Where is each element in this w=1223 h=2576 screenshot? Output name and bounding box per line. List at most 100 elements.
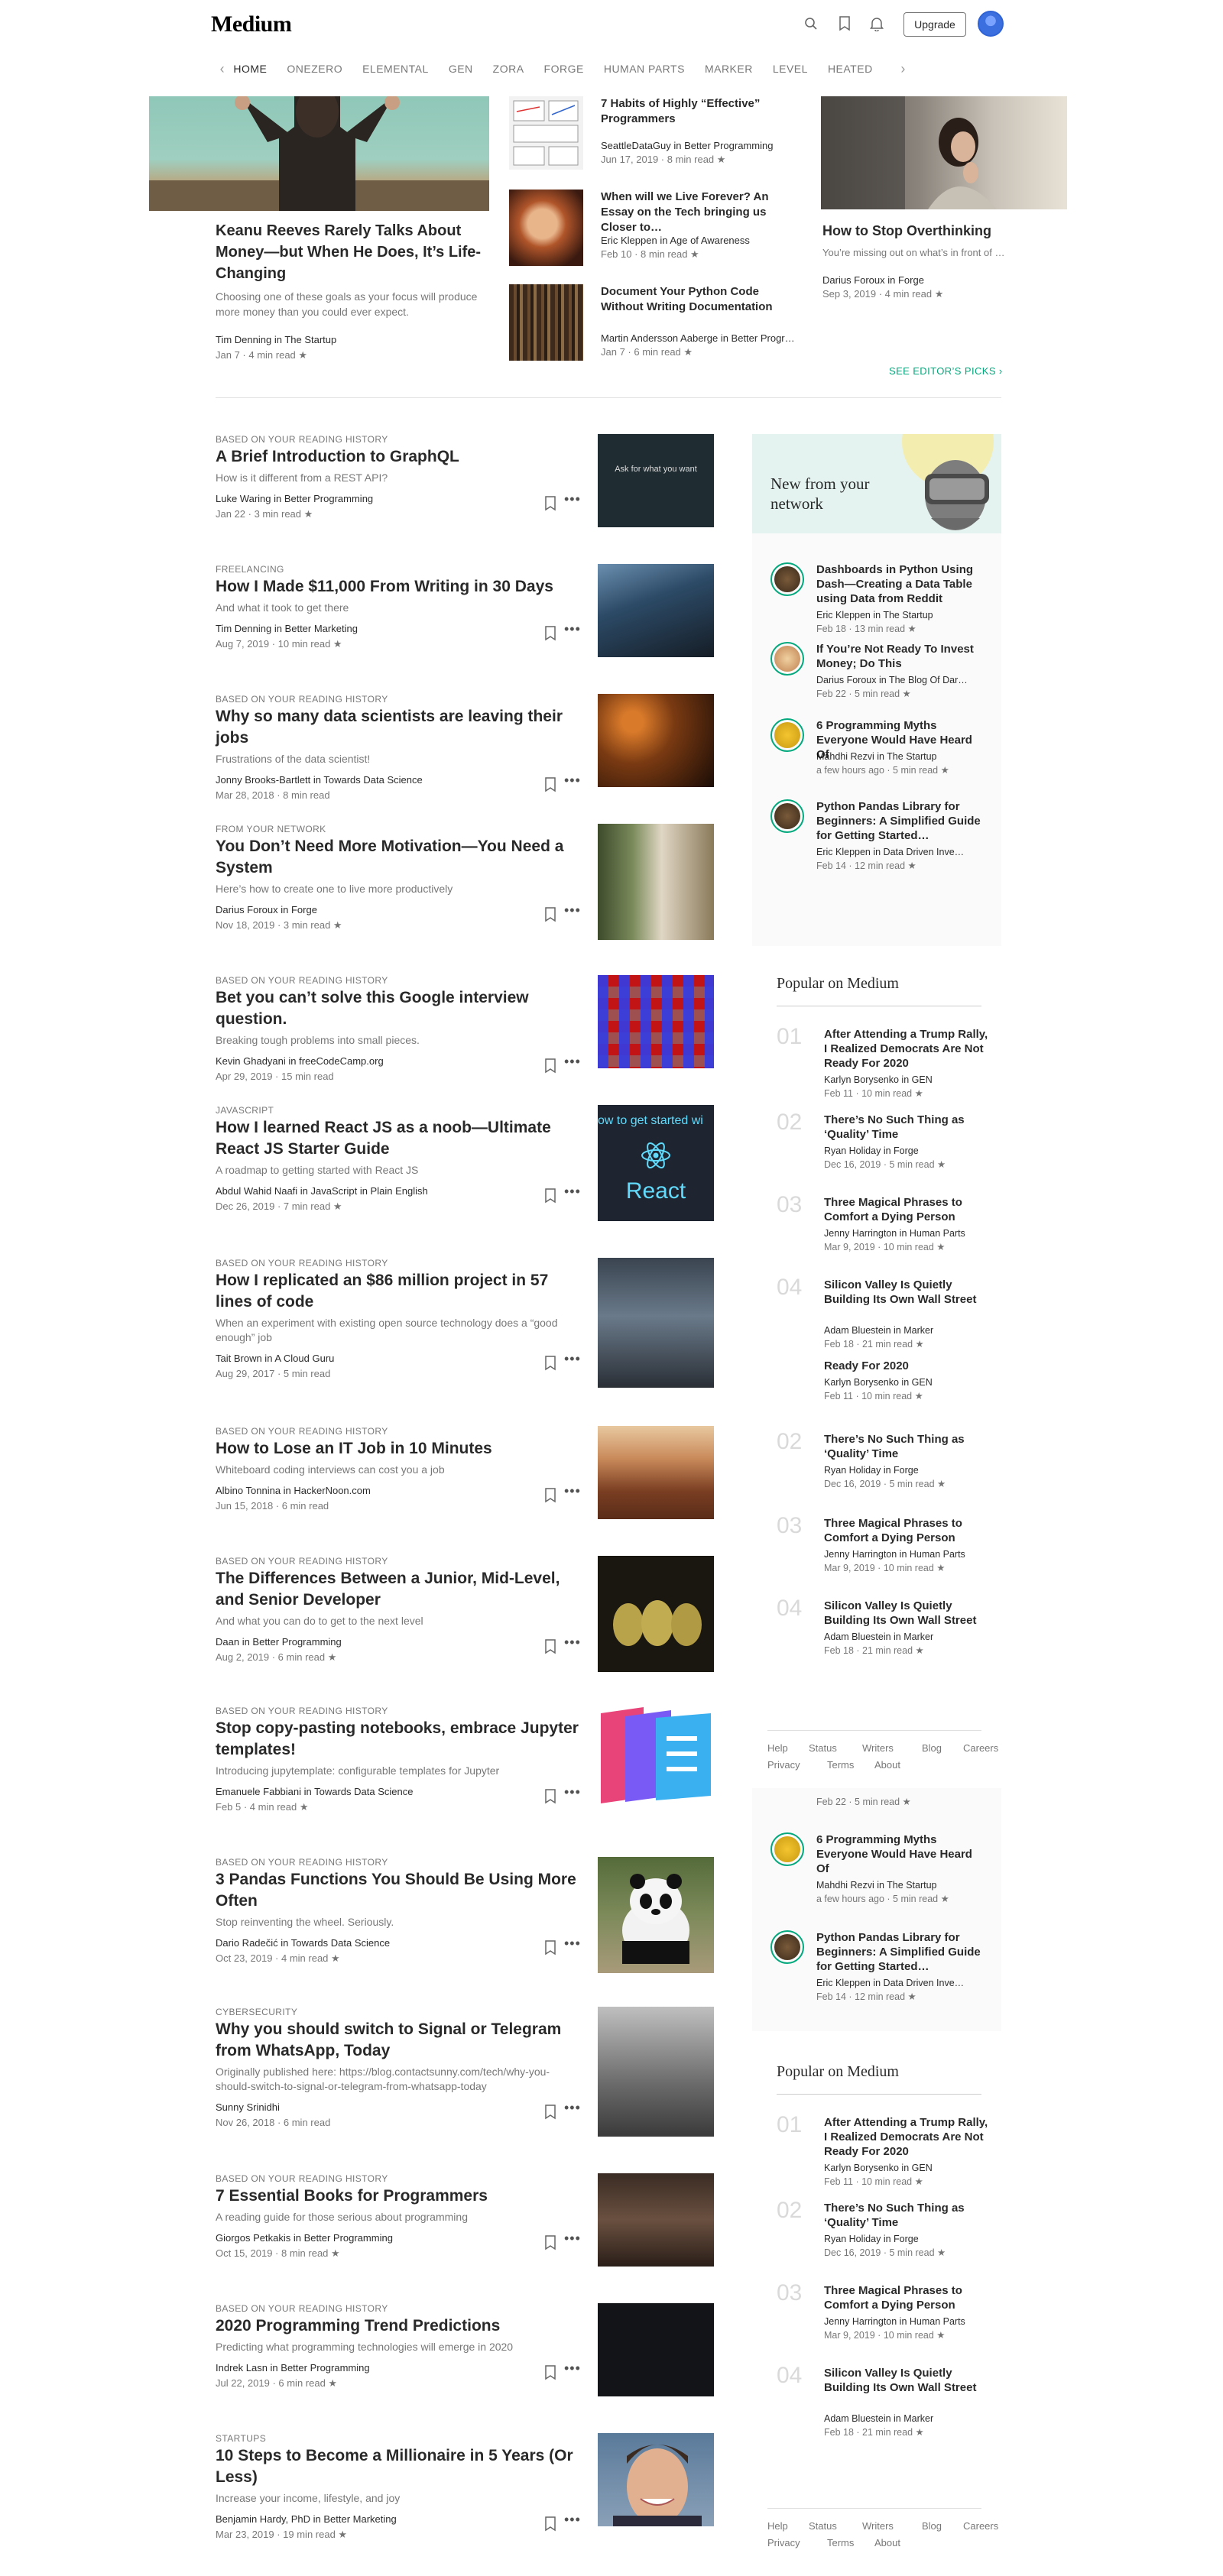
feed-card[interactable]: STARTUPS 10 Steps to Become a Millionaire… [216,2433,714,2555]
card-author[interactable]: Dario Radečić in Towards Data Science [216,1937,390,1949]
hero-right-author[interactable]: Darius Foroux in Forge [822,274,924,287]
card-title[interactable]: How I learned React JS as a noob—Ultimat… [216,1117,582,1160]
bookmark-icon[interactable] [544,2365,556,2380]
card-author[interactable]: Indrek Lasn in Better Programming [216,2362,370,2373]
card-thumbnail[interactable] [598,2303,714,2396]
hero-mid-thumb-3[interactable] [509,284,583,361]
hero-mid-title-2[interactable]: When will we Live Forever? An Essay on t… [601,190,803,235]
network-item-author[interactable]: Eric Kleppen in Data Driven Inve… [816,846,992,859]
card-kicker[interactable]: STARTUPS [216,2433,266,2444]
popular-item-author[interactable]: Adam Bluestein in Marker [824,1631,933,1644]
popular-item-title[interactable]: Three Magical Phrases to Comfort a Dying… [824,2283,992,2312]
hero-mid-thumb-1[interactable] [509,96,583,170]
card-kicker[interactable]: JAVASCRIPT [216,1105,274,1116]
card-thumbnail[interactable] [598,564,714,657]
popular-item-author[interactable]: Karlyn Borysenko in GEN [824,2162,933,2175]
feed-card[interactable]: FREELANCING How I Made $11,000 From Writi… [216,564,714,686]
card-title[interactable]: 7 Essential Books for Programmers [216,2186,582,2207]
network-item-title[interactable]: Python Pandas Library for Beginners: A S… [816,799,981,843]
footer-link-blog[interactable]: Blog [922,2520,942,2532]
card-title[interactable]: The Differences Between a Junior, Mid-Le… [216,1568,582,1611]
nav-item-home[interactable]: HOME [233,63,267,75]
feed-card[interactable]: BASED ON YOUR READING HISTORY How I repli… [216,1258,714,1388]
more-options-icon[interactable]: ••• [564,1184,581,1200]
hero-mid-title-3[interactable]: Document Your Python Code Without Writin… [601,284,803,315]
feed-card[interactable]: BASED ON YOUR READING HISTORY Bet you can… [216,975,714,1097]
popular-item-author[interactable]: Ryan Holiday in Forge [824,1464,919,1477]
popular-item-title[interactable]: After Attending a Trump Rally, I Realize… [824,2115,992,2159]
feed-card[interactable]: BASED ON YOUR READING HISTORY Stop copy-p… [216,1706,714,1828]
bookmark-icon[interactable] [544,2235,556,2250]
footer-link-status[interactable]: Status [809,2520,837,2532]
more-options-icon[interactable]: ••• [564,1483,581,1499]
bookmark-icon[interactable] [544,496,556,511]
popular-item-author[interactable]: Jenny Harrington in Human Parts [824,1227,965,1240]
hero-right-image[interactable] [821,96,1067,209]
card-title[interactable]: Why so many data scientists are leaving … [216,706,582,749]
popular-item-author[interactable]: Jenny Harrington in Human Parts [824,1548,965,1561]
card-author[interactable]: Tim Denning in Better Marketing [216,623,358,634]
more-options-icon[interactable]: ••• [564,2361,581,2377]
card-kicker[interactable]: CYBERSECURITY [216,2007,297,2017]
card-author[interactable]: Kevin Ghadyani in freeCodeCamp.org [216,1055,384,1067]
card-thumbnail[interactable] [598,975,714,1068]
bookmark-icon[interactable] [544,1488,556,1503]
footer-link-careers[interactable]: Careers [963,2520,998,2532]
card-kicker[interactable]: BASED ON YOUR READING HISTORY [216,694,388,705]
author-avatar[interactable] [770,1930,804,1964]
card-author[interactable]: Tait Brown in A Cloud Guru [216,1353,334,1364]
search-icon[interactable] [801,14,821,34]
card-thumbnail[interactable] [598,2173,714,2267]
network-item-title[interactable]: Dashboards in Python Using Dash—Creating… [816,562,981,606]
card-thumbnail[interactable]: Ask for what you want [598,434,714,527]
card-kicker[interactable]: BASED ON YOUR READING HISTORY [216,975,388,986]
bookmark-icon[interactable] [544,1639,556,1654]
card-kicker[interactable]: BASED ON YOUR READING HISTORY [216,2173,388,2184]
card-title[interactable]: Bet you can’t solve this Google intervie… [216,987,582,1030]
bookmark-icon[interactable] [544,907,556,922]
popular-item-title[interactable]: There’s No Such Thing as ‘Quality’ Time [824,2201,992,2230]
bookmark-icon[interactable] [544,626,556,641]
popular-item-title[interactable]: Silicon Valley Is Quietly Building Its O… [824,1599,992,1628]
hero-mid-author-3[interactable]: Martin Andersson Aaberge in Better Progr… [601,332,801,345]
card-author[interactable]: Jonny Brooks-Bartlett in Towards Data Sc… [216,774,423,786]
bookmark-icon[interactable] [544,1940,556,1955]
nav-item-level[interactable]: LEVEL [773,63,808,75]
card-kicker[interactable]: BASED ON YOUR READING HISTORY [216,1857,388,1868]
card-kicker[interactable]: FREELANCING [216,564,284,575]
footer-link-about[interactable]: About [874,1759,900,1771]
author-avatar[interactable] [770,642,804,676]
feed-card[interactable]: BASED ON YOUR READING HISTORY How to Lose… [216,1426,714,1548]
card-author[interactable]: Benjamin Hardy, PhD in Better Marketing [216,2513,397,2525]
popular-item-author[interactable]: Ryan Holiday in Forge [824,1145,919,1158]
card-title[interactable]: A Brief Introduction to GraphQL [216,446,582,468]
feed-card[interactable]: BASED ON YOUR READING HISTORY The Differe… [216,1556,714,1678]
nav-right-arrow-icon[interactable]: › [892,61,914,77]
card-thumbnail[interactable] [598,694,714,787]
author-avatar[interactable] [770,1832,804,1866]
bookmark-icon[interactable] [544,2516,556,2532]
card-title[interactable]: You Don’t Need More Motivation—You Need … [216,836,582,879]
popular-item-author[interactable]: Adam Bluestein in Marker [824,1324,933,1337]
card-author[interactable]: Sunny Srinidhi [216,2101,280,2113]
bookmark-icon[interactable] [544,1058,556,1074]
card-thumbnail[interactable] [598,2007,714,2137]
card-title[interactable]: How I Made $11,000 From Writing in 30 Da… [216,576,582,598]
popular-item-title[interactable]: Ready For 2020 [824,1359,992,1373]
card-thumbnail[interactable] [598,2433,714,2526]
more-options-icon[interactable]: ••• [564,2100,581,2116]
card-title[interactable]: How to Lose an IT Job in 10 Minutes [216,1438,582,1460]
popular-item-title[interactable]: There’s No Such Thing as ‘Quality’ Time [824,1432,992,1461]
card-thumbnail[interactable]: ow to get started wi React [598,1105,714,1221]
see-editors-picks-link[interactable]: SEE EDITOR’S PICKS › [889,365,1003,377]
card-author[interactable]: Giorgos Petkakis in Better Programming [216,2232,393,2244]
popular-item-author[interactable]: Adam Bluestein in Marker [824,2412,933,2425]
card-author[interactable]: Darius Foroux in Forge [216,904,317,915]
footer-link-terms[interactable]: Terms [827,2537,854,2548]
more-options-icon[interactable]: ••• [564,2512,581,2528]
nav-left-arrow-icon[interactable]: ‹ [211,61,233,77]
footer-link-writers[interactable]: Writers [862,2520,894,2532]
nav-item-heated[interactable]: HEATED [828,63,873,75]
more-options-icon[interactable]: ••• [564,1784,581,1800]
bookmark-icon[interactable] [544,1789,556,1804]
